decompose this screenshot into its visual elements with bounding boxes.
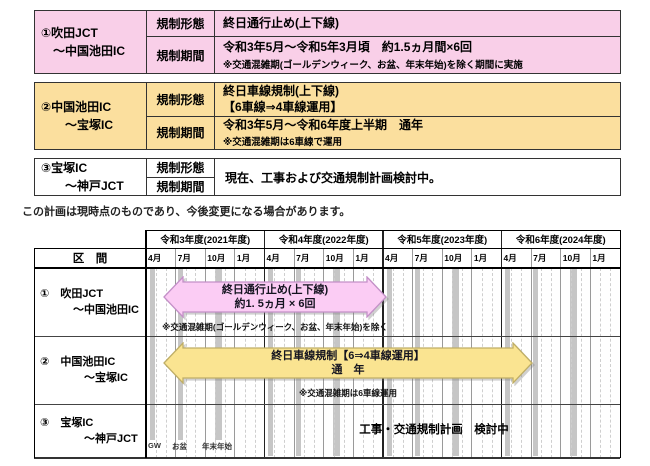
month-label: 10月 bbox=[325, 253, 344, 263]
grid-line bbox=[589, 248, 591, 458]
summary-block-takarazuka-kobe: ③宝塚IC ～神戸JCT 規制形態 規制期間 現在、工事および交通規制計画検討中… bbox=[34, 158, 621, 196]
month-label: 1月 bbox=[236, 253, 251, 263]
summary-block-ikeda-takarazuka: ②中国池田IC ～宝塚IC 規制形態 終日車線規制(上下線) 【6車線⇒4車線運… bbox=[34, 82, 621, 150]
congestion-legend-obon: お盆 bbox=[172, 442, 187, 451]
section-name: ②中国池田IC ～宝塚IC bbox=[35, 83, 147, 149]
row3-status-text: 工事・交通規制計画 検討中 bbox=[359, 424, 509, 436]
section-name: ③宝塚IC ～神戸JCT bbox=[35, 159, 147, 195]
reg-period-note: ※交通混雑期は6車線で運用 bbox=[223, 137, 343, 149]
grid-line bbox=[600, 268, 602, 458]
month-label: 1月 bbox=[473, 253, 488, 263]
lane-regulation-arrow: 終日車線規制【6⇒4車線運用】通 年 bbox=[163, 342, 533, 384]
full-closure-arrow: 終日通行止め(上下線) 約1. 5ヵ月 × 6回 bbox=[163, 276, 387, 318]
reg-period-label: 規制期間 bbox=[147, 116, 215, 149]
month-label: 10月 bbox=[444, 253, 463, 263]
arrow-text-line: 約1. 5ヵ月 × 6回 bbox=[234, 298, 316, 310]
gantt-row-label: ① 吹田JCT ～中国池田IC bbox=[40, 287, 139, 317]
document-page: ①吹田JCT ～中国池田IC 規制形態 終日通行止め(上下線) 規制期間 令和3… bbox=[0, 0, 650, 466]
grid-line bbox=[155, 268, 157, 458]
month-label: 4月 bbox=[385, 253, 399, 263]
plan-disclaimer-note: この計画は現時点のものであり、今後変更になる場合があります。 bbox=[22, 206, 351, 218]
congestion-legend-gw: GW bbox=[148, 441, 161, 450]
reg-period-value: 令和3年5月～令和5年3月頃 約1.5ヵ月間×6回 bbox=[223, 40, 473, 55]
grid-line bbox=[610, 268, 612, 458]
reg-period-value: 令和3年5月～令和6年度上半期 通年 bbox=[223, 118, 424, 133]
schedule-gantt-chart: 区 間 令和3年度(2021年度) 令和4年度(2022年度) 令和5年度(2023年… bbox=[33, 229, 621, 459]
arrow-text-line: 終日車線規制【6⇒4車線運用】 bbox=[271, 349, 425, 362]
reg-type-label: 規制形態 bbox=[147, 83, 215, 116]
month-label: 4月 bbox=[148, 253, 162, 263]
month-label: 10月 bbox=[562, 253, 581, 263]
month-label: 10月 bbox=[207, 253, 226, 263]
month-label: 7月 bbox=[296, 253, 310, 263]
reg-type-value: 終日車線規制(上下線) 【6車線⇒4車線運用】 bbox=[223, 84, 343, 115]
reg-type-label: 規制形態 bbox=[147, 11, 215, 36]
year-header-cell: 令和6年度(2024年度) bbox=[515, 235, 606, 246]
month-label: 1月 bbox=[355, 253, 369, 263]
reg-period-label: 規制期間 bbox=[147, 37, 215, 73]
gantt-row-label: ② 中国池田IC ～宝塚IC bbox=[40, 355, 128, 385]
reg-type-value: 終日通行止め(上下線) bbox=[223, 16, 339, 31]
grid-line bbox=[619, 230, 621, 458]
congestion-legend-newyear: 年末年始 bbox=[202, 442, 232, 451]
year-header-cell: 令和5年度(2023年度) bbox=[397, 235, 488, 246]
under-study-text: 現在、工事および交通規制計画検討中。 bbox=[225, 170, 442, 185]
closure-arrow-note: ※交通混雑期(ゴールデンウィーク、お盆、年末年始)を除く bbox=[162, 322, 388, 332]
month-label: 7月 bbox=[414, 253, 428, 263]
reg-type-label: 規制形態 bbox=[156, 161, 205, 176]
arrow-text: 終日車線規制【6⇒4車線運用】通 年 bbox=[163, 342, 533, 384]
year-header-cell: 令和3年度(2021年度) bbox=[160, 235, 251, 246]
month-label: 1月 bbox=[592, 253, 606, 263]
arrow-text: 終日通行止め(上下線) 約1. 5ヵ月 × 6回 bbox=[163, 276, 387, 318]
month-label: 7月 bbox=[177, 253, 191, 263]
congestion-period-bar bbox=[149, 268, 155, 440]
arrow-text-line: 終日通行止め(上下線) bbox=[221, 283, 329, 296]
year-header-cell: 令和4年度(2022年度) bbox=[278, 235, 369, 246]
gantt-row-label: ③ 宝塚IC ～神戸JCT bbox=[40, 416, 138, 446]
arrow-text-line: 通 年 bbox=[331, 364, 365, 376]
summary-block-suita-ikeda: ①吹田JCT ～中国池田IC 規制形態 終日通行止め(上下線) 規制期間 令和3… bbox=[34, 10, 621, 74]
reg-period-label: 規制期間 bbox=[147, 176, 214, 196]
month-label: 7月 bbox=[533, 253, 547, 263]
section-name: ①吹田JCT ～中国池田IC bbox=[35, 11, 147, 73]
lane-arrow-note: ※交通混雑期は6車線運用 bbox=[299, 388, 397, 398]
reg-period-note: ※交通混雑期(ゴールデンウィーク、お盆、年末年始)を除く期間に実施 bbox=[223, 59, 523, 71]
section-column-header: 区 間 bbox=[72, 253, 108, 265]
month-label: 4月 bbox=[503, 253, 517, 263]
month-label: 4月 bbox=[266, 253, 280, 263]
